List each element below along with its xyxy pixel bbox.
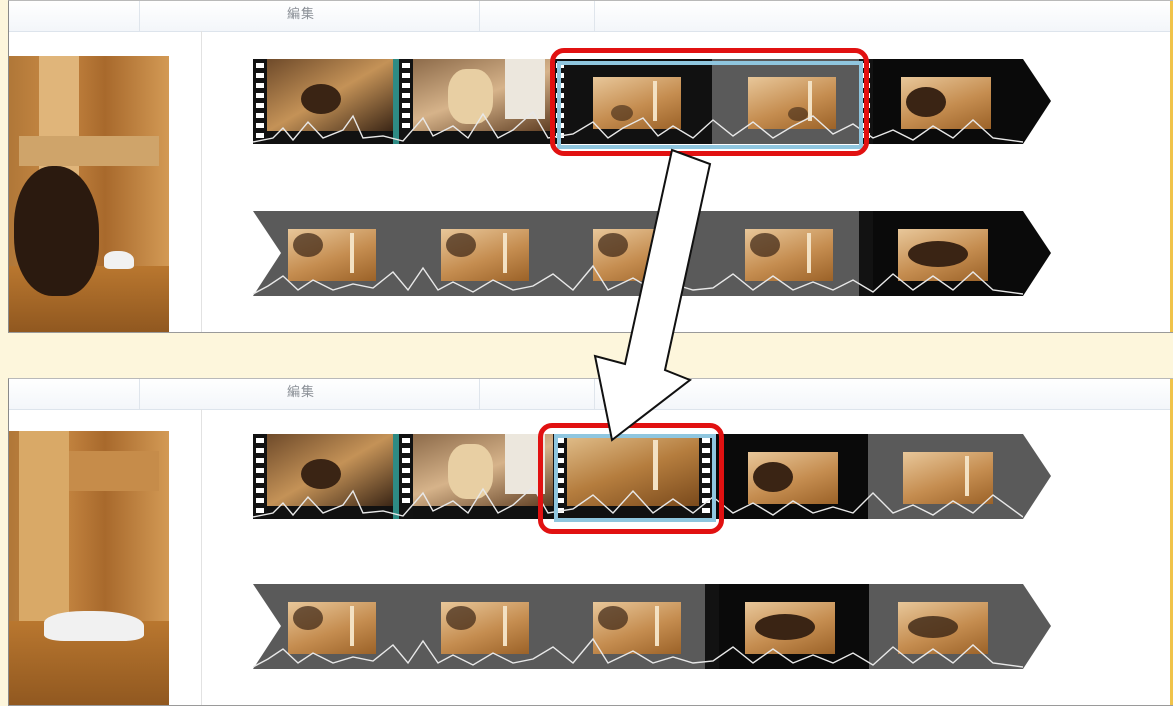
timeline-panel-before: 編集	[8, 0, 1173, 333]
edit-tab-label[interactable]: 編集	[287, 381, 315, 400]
edit-tab-label[interactable]: 編集	[287, 3, 315, 22]
video-preview	[9, 56, 169, 332]
narration-track[interactable]	[253, 211, 1053, 296]
highlight-box-selected-clip	[538, 423, 724, 534]
timeline-panel-after: 編集	[8, 378, 1173, 706]
ribbon-strip: 編集	[9, 1, 1173, 32]
highlight-box-selected-clip	[550, 48, 869, 156]
ribbon-divider	[479, 1, 480, 31]
ribbon-divider	[594, 379, 595, 409]
ribbon-divider	[139, 1, 140, 31]
ribbon-divider	[139, 379, 140, 409]
dog-image	[14, 166, 99, 296]
audio-waveform	[253, 637, 1023, 668]
ribbon-divider	[479, 379, 480, 409]
ribbon-divider	[594, 1, 595, 31]
video-preview	[9, 431, 169, 705]
ribbon-strip: 編集	[9, 379, 1173, 410]
audio-waveform	[253, 264, 1023, 295]
narration-track[interactable]	[253, 584, 1053, 669]
